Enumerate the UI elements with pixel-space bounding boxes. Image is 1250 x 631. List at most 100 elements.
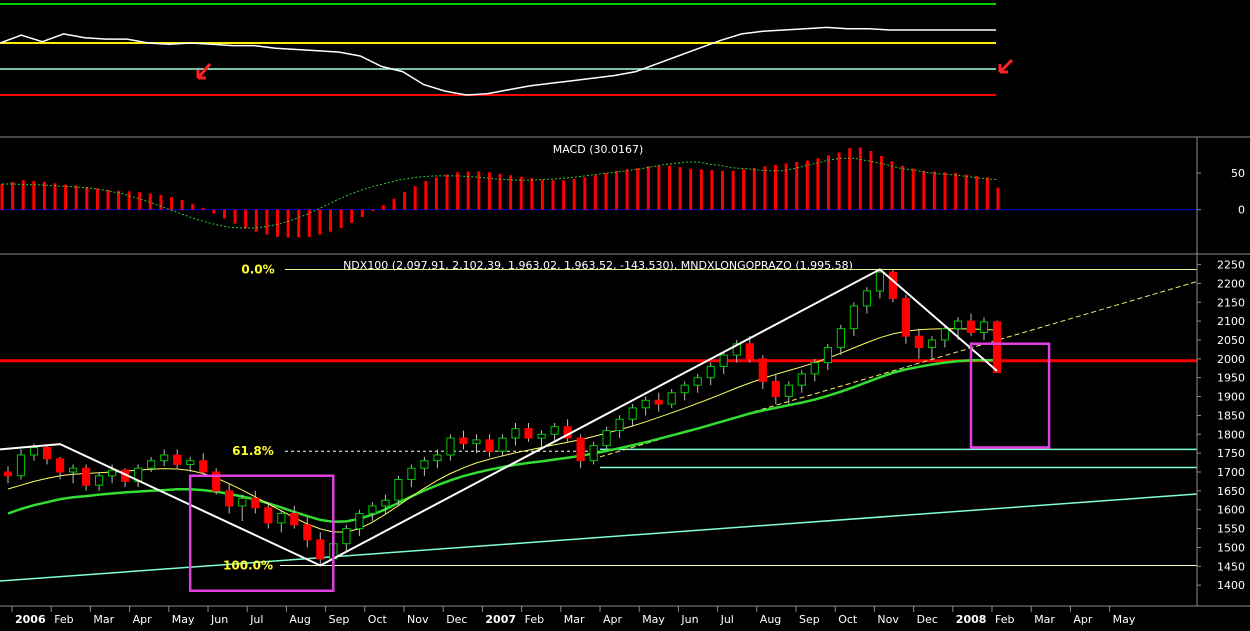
candle-body [550,426,559,435]
candle-body [966,320,976,333]
candle-body [446,437,455,456]
x-tick-label: Aug [289,613,310,626]
candle-body [719,354,728,367]
candle-body [238,497,247,507]
candle-body [745,343,754,360]
candle-body [797,373,806,386]
candle-body [355,513,364,530]
candle-body [758,358,767,382]
price-tick-label: 1700 [1217,466,1245,479]
candle-body [914,335,923,349]
candle-body [485,439,494,452]
x-tick-label: Dec [917,613,938,626]
price-tick-label: 2100 [1217,315,1245,328]
candle-body [160,454,169,462]
x-tick-label: 2008 [956,613,987,626]
x-tick-label: Jul [249,613,263,626]
candle-body [82,467,91,486]
candle-body [836,328,845,349]
price-title: NDX100 (2,097.91, 2,102.39, 1,963.02, 1,… [343,259,853,272]
candle-body [3,471,13,477]
candle-body [576,437,585,462]
candle-body [875,271,884,292]
x-tick-label: Oct [838,613,858,626]
candle-body [927,339,937,348]
candle-body [381,499,390,507]
candle-body [147,460,156,469]
oscillator-panel [0,3,1014,96]
zigzag-trendline [0,268,998,567]
x-tick-label: Mar [93,613,114,626]
candle-body [420,460,429,469]
x-tick-label: Apr [133,613,153,626]
red-arrow-icon [998,58,1014,74]
macd-tick-label: 50 [1231,167,1245,180]
candle-body [511,428,520,439]
oscillator-line-white [0,26,996,96]
price-tick-label: 1400 [1217,579,1245,592]
x-tick-label: Sep [799,613,820,626]
candle-body [498,437,507,452]
candle-body [16,454,26,477]
x-tick-label: May [1113,613,1136,626]
x-tick-label: Apr [603,613,623,626]
chart-canvas: MACD (30.0167) 50 0 NDX100 (2,097.91, 2,1… [0,3,1250,626]
x-tick-label: Aug [760,613,781,626]
candle-body [290,513,299,526]
x-tick-label: Feb [525,613,544,626]
candle-body [862,290,871,307]
candle-body [199,460,208,473]
candle-body [940,328,950,341]
x-tick-label: Jun [680,613,698,626]
candle-body [992,321,1002,373]
candle-body [316,539,325,560]
price-panel: NDX100 (2,097.91, 2,102.39, 1,963.02, 1,… [0,259,1245,593]
price-tick-label: 1950 [1217,372,1245,385]
x-axis: 2006 Feb Mar Apr May Jun Jul Aug Sep Oct Nov Dec 200… [11,606,1136,626]
x-tick-label: Feb [995,613,1014,626]
fib-label: 61.8% [232,444,274,458]
x-tick-label: May [172,613,195,626]
price-tick-label: 1650 [1217,485,1245,498]
candle-body [849,305,858,330]
price-tick-label: 2250 [1217,259,1245,272]
x-tick-label: Nov [407,613,429,626]
fib-label: 100.0% [223,559,273,573]
candle-body [303,524,312,541]
candle-body [615,418,624,432]
long-term-trendline [0,493,1198,582]
candle-body [823,347,832,364]
price-tick-label: 1500 [1217,541,1245,554]
x-tick-label: Feb [54,613,73,626]
candle-body [407,467,416,481]
highlight-box [188,474,335,593]
price-tick-label: 1900 [1217,391,1245,404]
candle-body [602,430,611,447]
candle-body [641,399,650,409]
price-tick-label: 2050 [1217,334,1245,347]
candle-body [654,399,663,405]
x-tick-label: Mar [564,613,585,626]
candle-body [589,445,598,462]
red-arrow-icon [196,63,212,80]
candle-body [810,362,819,375]
candle-body [368,505,377,514]
candle-body [784,384,793,398]
x-tick-label: Dec [446,613,467,626]
macd-panel: MACD (30.0167) 50 0 [0,143,1245,238]
candle-body [277,513,286,524]
candle-body [524,428,533,439]
price-tick-label: 1550 [1217,523,1245,536]
candle-body [108,469,117,477]
candle-body [680,384,689,394]
candle-body [537,433,546,439]
price-tick-label: 1600 [1217,504,1245,517]
candle-body [29,447,39,456]
price-tick-label: 1850 [1217,409,1245,422]
candle-body [186,460,195,466]
candle-body [628,407,637,420]
macd-tick-label: 0 [1238,204,1245,217]
candle-body [264,507,273,524]
x-tick-label: 2007 [485,613,516,626]
candle-body [69,467,78,473]
